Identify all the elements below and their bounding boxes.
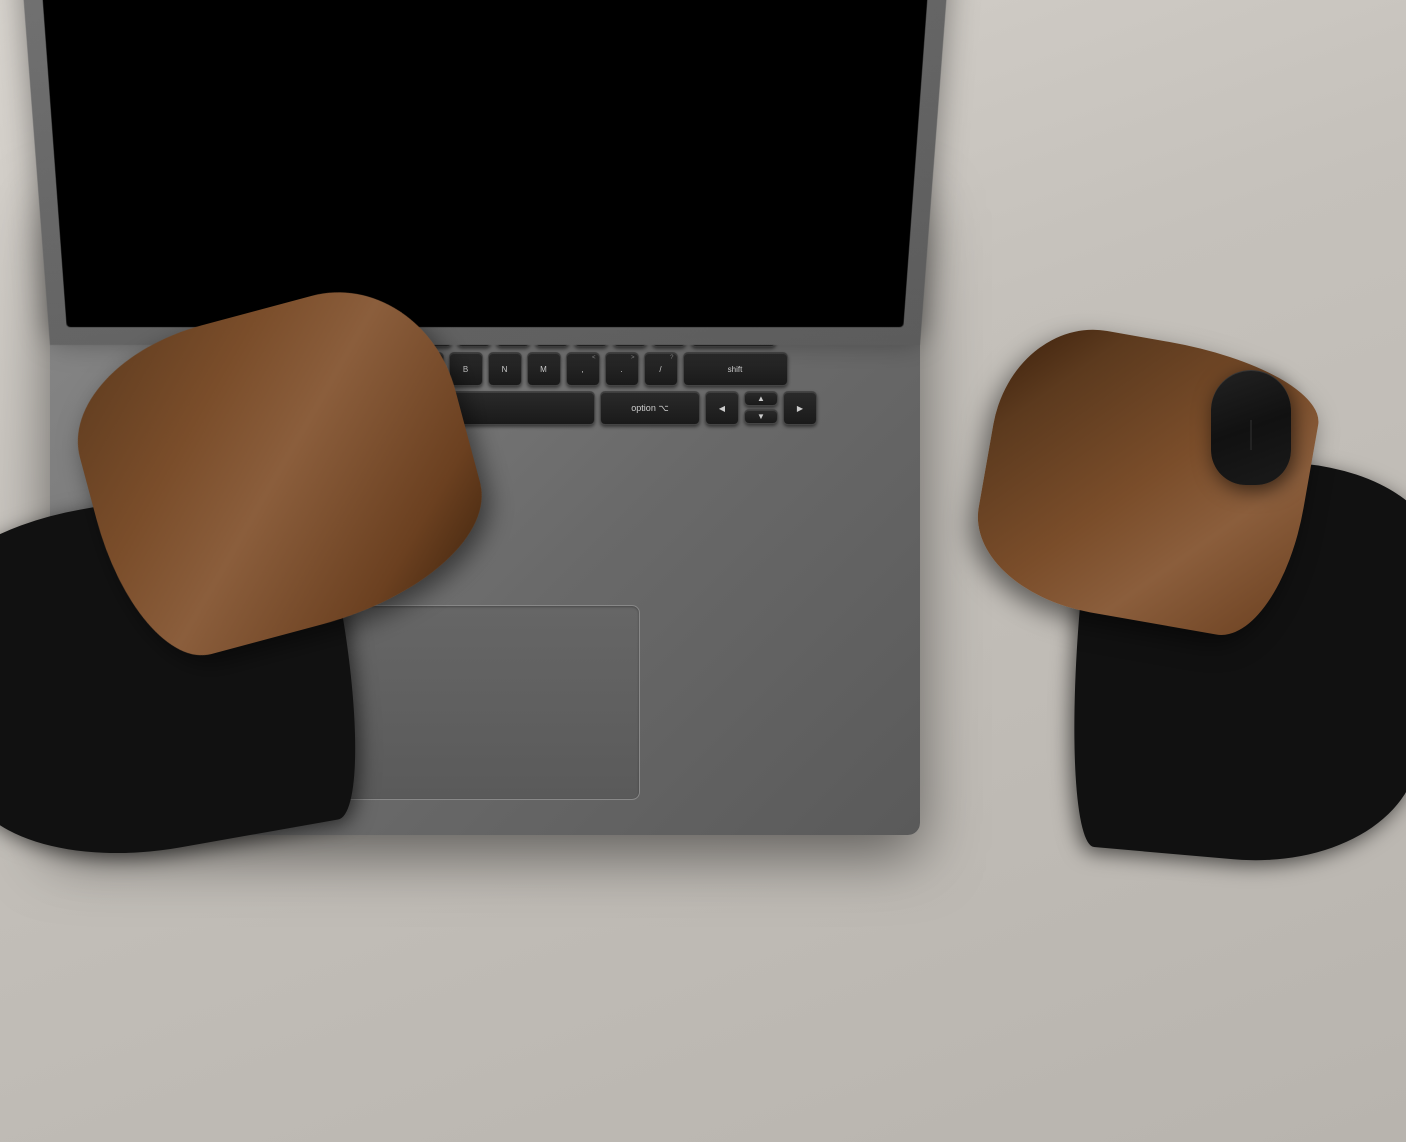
key-slash[interactable]: ?/ xyxy=(644,352,678,386)
key-n[interactable]: N xyxy=(488,352,522,386)
key-arrow-up[interactable]: ▲ xyxy=(744,391,778,406)
key-arrow-left[interactable]: ◀ xyxy=(705,391,739,425)
key-arrow-down[interactable]: ▼ xyxy=(744,409,778,424)
mouse-divider xyxy=(1251,420,1252,450)
key-period[interactable]: >. xyxy=(605,352,639,386)
laptop-screen: CultureInfo object for [nl-NL] is used f… xyxy=(27,0,943,327)
key-option-right[interactable]: option ⌥ xyxy=(600,391,700,425)
terminal-output: CultureInfo object for [nl-NL] is used f… xyxy=(27,0,943,327)
mouse[interactable] xyxy=(1211,370,1291,485)
key-arrow-right[interactable]: ▶ xyxy=(783,391,817,425)
key-comma[interactable]: <, xyxy=(566,352,600,386)
key-shift-right[interactable]: shift xyxy=(683,352,788,386)
laptop-lid: esc CultureInfo object for [nl-NL] is us… xyxy=(6,0,964,345)
key-m[interactable]: M xyxy=(527,352,561,386)
scene: esc CultureInfo object for [nl-NL] is us… xyxy=(0,0,1406,1142)
trackpad[interactable] xyxy=(330,605,640,800)
key-b[interactable]: B xyxy=(449,352,483,386)
